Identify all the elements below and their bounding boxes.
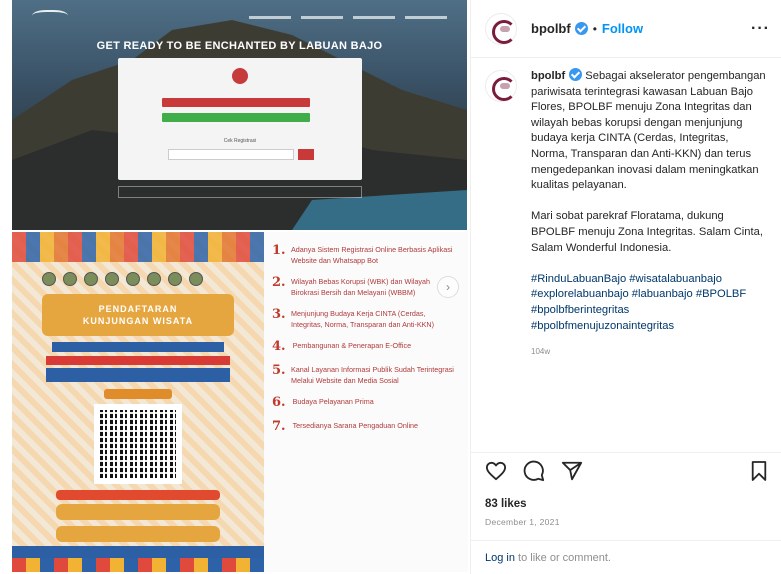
caption-paragraph-1: bpolbf Sebagai akselerator pengembangan …: [531, 68, 768, 194]
site-navbar: [12, 0, 467, 34]
poster-footer: [12, 546, 264, 572]
check-registration-label: Cek Registrasi: [223, 138, 257, 144]
poster-title-line2: KUNJUNGAN WISATA: [82, 316, 194, 326]
post-media: GET READY TO BE ENCHANTED BY LABUAN BAJO…: [0, 0, 468, 574]
caption-avatar[interactable]: [485, 70, 517, 102]
poster-website-cta: [56, 526, 220, 542]
site-logo: [32, 10, 68, 24]
separator-dot: •: [592, 21, 597, 36]
caption-body: bpolbf Sebagai akselerator pengembangan …: [531, 68, 768, 440]
scan-label: [104, 389, 172, 399]
list-item-number: 4.: [272, 339, 286, 354]
list-item-number: 3.: [272, 307, 286, 322]
caption-text-1: Sebagai akselerator pengembangan pariwis…: [531, 70, 766, 192]
registration-input: [168, 149, 294, 160]
verified-badge-icon: [574, 22, 588, 35]
caption-verified-badge-icon: [569, 68, 583, 81]
register-green-button: [162, 113, 310, 122]
qr-code: [94, 404, 182, 484]
list-item-number: 1.: [272, 243, 286, 258]
chevron-right-icon: ›: [446, 280, 450, 294]
heart-icon[interactable]: [485, 461, 507, 481]
hero-headline: GET READY TO BE ENCHANTED BY LABUAN BAJO: [96, 40, 383, 52]
achievements-list: 1. Adanya Sistem Registrasi Online Berbas…: [272, 244, 458, 434]
header-username[interactable]: bpolbf: [531, 21, 571, 36]
site-footer-links: [118, 186, 362, 198]
site-nav-links: [249, 15, 447, 19]
post-date[interactable]: December 1, 2021: [485, 517, 560, 527]
post-actions-bar: [471, 452, 781, 488]
list-item: 3. Menjunjung Budaya Kerja CINTA (Cerdas,…: [272, 308, 458, 330]
poster-title-line1: PENDAFTARAN: [98, 304, 178, 314]
caption-username[interactable]: bpolbf: [531, 70, 565, 82]
list-item: 2. Wilayah Bebas Korupsi (WBK) dan Wilaya…: [272, 276, 458, 298]
post-caption: bpolbf Sebagai akselerator pengembangan …: [471, 68, 781, 440]
login-prompt-text: to like or comment.: [514, 552, 611, 564]
post-side-panel: bpolbf • Follow ··· bpolbf Sebagai aksel…: [470, 0, 781, 574]
bookmark-icon[interactable]: [750, 460, 768, 482]
share-icon[interactable]: [561, 460, 583, 482]
list-item: 1. Adanya Sistem Registrasi Online Berbas…: [272, 244, 458, 266]
caption-age: 104w: [531, 347, 551, 357]
follow-button[interactable]: Follow: [602, 21, 643, 36]
login-link[interactable]: Log in: [485, 552, 515, 564]
post-header: bpolbf • Follow ···: [471, 0, 781, 58]
more-options-icon[interactable]: ···: [751, 20, 770, 38]
list-item-text: Tersedianya Sarana Pengaduan Online: [292, 421, 419, 430]
registration-card: Cek Registrasi: [118, 58, 362, 180]
caption-hashtags[interactable]: #RinduLabuanBajo #wisatalabuanbajo #expl…: [531, 272, 768, 334]
register-red-button: [162, 98, 310, 107]
list-item-number: 7.: [272, 419, 286, 434]
list-item-number: 2.: [272, 275, 286, 290]
list-item-number: 5.: [272, 363, 286, 378]
list-item-text: Menjunjung Budaya Kerja CINTA (Cerdas, I…: [291, 309, 435, 329]
list-item-text: Pembangunan & Penerapan E-Office: [292, 341, 412, 350]
registration-search-button: [298, 149, 314, 160]
poster-cta-red: [56, 490, 220, 500]
bird-logo-icon: [232, 68, 248, 84]
list-item-text: Wilayah Bebas Korupsi (WBK) dan Wilayah …: [291, 277, 431, 297]
registration-poster: PENDAFTARAN KUNJUNGAN WISATA: [12, 232, 264, 572]
partner-logos: [42, 272, 242, 290]
poster-info-block: [46, 368, 230, 382]
list-item: 6. Budaya Pelayanan Prima: [272, 396, 458, 410]
avatar[interactable]: [485, 12, 517, 45]
likes-count[interactable]: 83 likes: [485, 498, 527, 510]
poster-info-bar: [52, 342, 224, 352]
list-item-number: 6.: [272, 395, 286, 410]
login-prompt: Log in to like or comment.: [471, 540, 781, 574]
comment-icon[interactable]: [523, 460, 545, 482]
poster-whatsapp-cta: [56, 504, 220, 520]
list-item: 5. Kanal Layanan Informasi Publik Sudah T…: [272, 364, 458, 386]
website-screenshot: GET READY TO BE ENCHANTED BY LABUAN BAJO…: [12, 0, 467, 230]
caption-paragraph-2: Mari sobat parekraf Floratama, dukung BP…: [531, 210, 763, 254]
list-item: 4. Pembangunan & Penerapan E-Office: [272, 340, 458, 354]
list-item-text: Budaya Pelayanan Prima: [292, 397, 374, 406]
list-item-text: Adanya Sistem Registrasi Online Berbasis…: [291, 245, 453, 265]
poster-pattern: [12, 232, 264, 262]
list-item: 7. Tersedianya Sarana Pengaduan Online: [272, 420, 458, 434]
poster-alert-bar: [46, 356, 230, 365]
list-item-text: Kanal Layanan Informasi Publik Sudah Ter…: [291, 365, 454, 385]
carousel-next-button[interactable]: ›: [437, 276, 459, 298]
poster-title-banner: PENDAFTARAN KUNJUNGAN WISATA: [42, 294, 234, 336]
